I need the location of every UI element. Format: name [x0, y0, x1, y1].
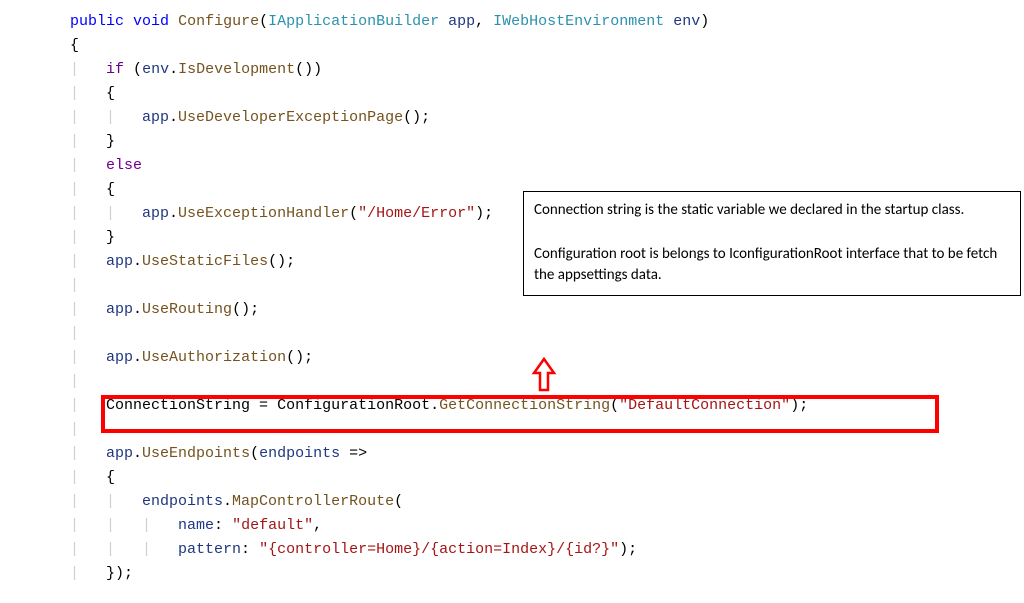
callout-paragraph-1: Connection string is the static variable… [534, 200, 1010, 222]
up-arrow-icon [530, 357, 570, 397]
code-block: public void Configure(IApplicationBuilde… [70, 10, 1024, 586]
line-signature: public void Configure(IApplicationBuilde… [70, 10, 1024, 34]
line-useendpoints: | app.UseEndpoints(endpoints => [70, 442, 1024, 466]
callout-paragraph-2: Configuration root is belongs to Iconfig… [534, 244, 1010, 288]
line-name: | | | name: "default", [70, 514, 1024, 538]
annotation-callout: Connection string is the static variable… [523, 191, 1021, 296]
line-blank2: | [70, 322, 1024, 346]
line-userouting: | app.UseRouting(); [70, 298, 1024, 322]
line-pattern: | | | pattern: "{controller=Home}/{actio… [70, 538, 1024, 562]
line-if-brace-open: | { [70, 82, 1024, 106]
line-brace-open: { [70, 34, 1024, 58]
line-ep-brace-open: | { [70, 466, 1024, 490]
line-if: | if (env.IsDevelopment()) [70, 58, 1024, 82]
line-devexc: | | app.UseDeveloperExceptionPage(); [70, 106, 1024, 130]
line-mapctrlroute: | | endpoints.MapControllerRoute( [70, 490, 1024, 514]
line-else: | else [70, 154, 1024, 178]
line-if-brace-close: | } [70, 130, 1024, 154]
line-blank4: | [70, 418, 1024, 442]
line-ep-brace-close: | }); [70, 562, 1024, 586]
line-connstring: | ConnectionString = ConfigurationRoot.G… [70, 394, 1024, 418]
